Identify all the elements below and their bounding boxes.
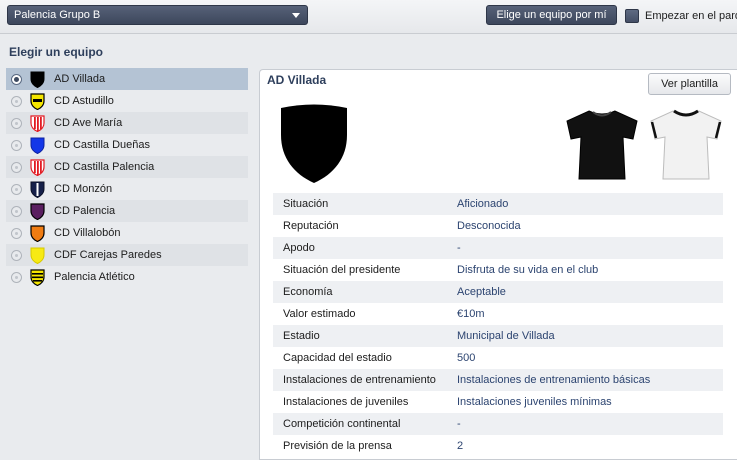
radio-button[interactable] (11, 249, 22, 261)
info-row: Instalaciones de juveniles Instalaciones… (273, 391, 723, 413)
team-name: CD Ave María (54, 117, 123, 129)
info-label: Reputación (283, 220, 339, 232)
start-checkbox[interactable] (625, 9, 639, 23)
info-value: Instalaciones de entrenamiento básicas (457, 374, 651, 386)
team-row-palencia-atletico[interactable]: Palencia Atlético (6, 266, 248, 288)
crest-icon (30, 202, 45, 220)
info-value: €10m (457, 308, 485, 320)
info-label: Valor estimado (283, 308, 356, 320)
team-detail-panel: AD Villada Ver plantilla Situación Afici… (259, 69, 737, 460)
team-name: CD Castilla Dueñas (54, 139, 150, 151)
info-value: Aceptable (457, 286, 506, 298)
team-row-cdf-carejas-paredes[interactable]: CDF Carejas Paredes (6, 244, 248, 266)
team-name: CD Villalobón (54, 227, 121, 239)
team-name: CDF Carejas Paredes (54, 249, 162, 261)
info-label: Situación (283, 198, 329, 210)
team-list: AD Villada CD Astudillo CD Ave María CD … (6, 68, 248, 288)
radio-button[interactable] (11, 73, 22, 85)
crest-icon (30, 158, 45, 176)
crest-icon (30, 137, 45, 154)
team-row-cd-palencia[interactable]: CD Palencia (6, 200, 248, 222)
info-value[interactable]: Aficionado (457, 198, 508, 210)
team-row-cd-ave-maria[interactable]: CD Ave María (6, 112, 248, 134)
info-row: Valor estimado €10m (273, 303, 723, 325)
info-label: Capacidad del estadio (283, 352, 392, 364)
team-name: AD Villada (54, 73, 106, 85)
start-checkbox-label: Empezar en el parq (645, 10, 737, 22)
view-squad-button[interactable]: Ver plantilla (648, 73, 731, 95)
info-row: Reputación Desconocida (273, 215, 723, 237)
crest-icon (30, 268, 45, 286)
info-value: - (457, 418, 461, 430)
team-name: CD Castilla Palencia (54, 161, 155, 173)
radio-button[interactable] (11, 95, 22, 107)
crest-icon (30, 114, 45, 132)
radio-button[interactable] (11, 271, 22, 283)
top-toolbar: Palencia Grupo B Elige un equipo por mí … (0, 0, 737, 34)
info-row: Apodo - (273, 237, 723, 259)
radio-button[interactable] (11, 161, 22, 173)
team-name: CD Palencia (54, 205, 116, 217)
detail-title: AD Villada (267, 73, 327, 87)
info-row: Economía Aceptable (273, 281, 723, 303)
info-label: Economía (283, 286, 333, 298)
team-row-cd-castilla-duenas[interactable]: CD Castilla Dueñas (6, 134, 248, 156)
info-label: Apodo (283, 242, 315, 254)
crest-icon (30, 224, 45, 242)
radio-button[interactable] (11, 139, 22, 151)
team-name: CD Monzón (54, 183, 113, 195)
info-value: 2 (457, 440, 464, 452)
radio-button[interactable] (11, 205, 22, 217)
team-name: CD Astudillo (54, 95, 114, 107)
info-label: Instalaciones de entrenamiento (283, 374, 436, 386)
team-name: Palencia Atlético (54, 271, 135, 283)
away-kit-icon (650, 109, 722, 180)
team-row-cd-villalobon[interactable]: CD Villalobón (6, 222, 248, 244)
info-label: Instalaciones de juveniles (283, 396, 409, 408)
info-label: Situación del presidente (283, 264, 401, 276)
info-row: Instalaciones de entrenamiento Instalaci… (273, 369, 723, 391)
home-kit-icon (566, 110, 638, 180)
info-row: Previsión de la prensa 2 (273, 435, 723, 457)
league-select-value: Palencia Grupo B (14, 9, 101, 21)
crest-icon (30, 181, 45, 198)
info-row: Capacidad del estadio 500 (273, 347, 723, 369)
crest-icon (30, 92, 45, 110)
info-row: Situación Aficionado (273, 193, 723, 215)
team-row-cd-astudillo[interactable]: CD Astudillo (6, 90, 248, 112)
info-value: Disfruta de su vida en el club (457, 264, 599, 276)
info-row: Situación del presidente Disfruta de su … (273, 259, 723, 281)
radio-button[interactable] (11, 117, 22, 129)
team-row-cd-castilla-palencia[interactable]: CD Castilla Palencia (6, 156, 248, 178)
info-row: Estadio Municipal de Villada (273, 325, 723, 347)
radio-button[interactable] (11, 227, 22, 239)
info-value: Desconocida (457, 220, 521, 232)
team-row-cd-monzon[interactable]: CD Monzón (6, 178, 248, 200)
info-value[interactable]: Municipal de Villada (457, 330, 555, 342)
info-label: Competición continental (283, 418, 401, 430)
club-crest-icon (281, 104, 347, 183)
team-list-title: Elegir un equipo (9, 45, 104, 59)
choose-team-for-me-button[interactable]: Elige un equipo por mí (486, 5, 617, 25)
club-info-table: Situación Aficionado Reputación Desconoc… (273, 193, 723, 457)
chevron-down-icon (292, 13, 300, 18)
info-label: Estadio (283, 330, 320, 342)
info-row: Competición continental - (273, 413, 723, 435)
team-row-ad-villada[interactable]: AD Villada (6, 68, 248, 90)
crest-icon (30, 71, 45, 88)
info-value: 500 (457, 352, 476, 364)
league-select[interactable]: Palencia Grupo B (7, 5, 308, 25)
info-value: - (457, 242, 461, 254)
info-label: Previsión de la prensa (283, 440, 392, 452)
crest-icon (30, 247, 45, 264)
radio-button[interactable] (11, 183, 22, 195)
info-value: Instalaciones juveniles mínimas (457, 396, 612, 408)
